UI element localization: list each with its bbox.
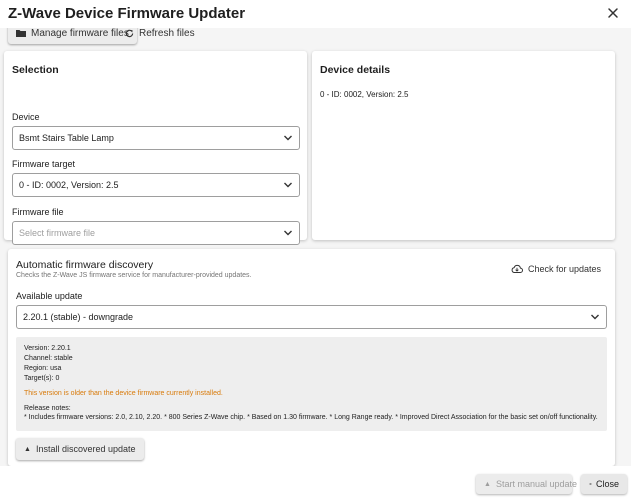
start-manual-update-button[interactable]: ▲ Start manual update xyxy=(476,474,577,494)
update-info-box: Version: 2.20.1 Channel: stable Region: … xyxy=(16,337,607,431)
start-manual-update-label: Start manual update xyxy=(495,479,577,489)
chevron-down-icon xyxy=(284,135,292,141)
caret-up-icon: ▲ xyxy=(24,445,31,453)
available-update-select[interactable]: 2.20.1 (stable) - downgrade xyxy=(16,305,607,329)
install-discovered-update-label: Install discovered update xyxy=(35,444,136,454)
release-notes-text: * Includes firmware versions: 2.0, 2.10,… xyxy=(24,414,598,421)
cloud-download-icon xyxy=(511,264,523,273)
close-icon xyxy=(589,482,592,486)
refresh-files-button[interactable]: Refresh files xyxy=(117,28,203,44)
folder-icon xyxy=(16,30,26,37)
selection-title: Selection xyxy=(12,64,59,76)
dialog-footer: ▲ Start manual update Close xyxy=(0,466,631,499)
firmware-target-value: 0 - ID: 0002, Version: 2.5 xyxy=(19,180,119,190)
dialog-title: Z-Wave Device Firmware Updater xyxy=(8,5,246,22)
info-targets: Target(s): 0 xyxy=(24,375,60,382)
firmware-target-label: Firmware target xyxy=(12,159,76,169)
dialog-titlebar: Z-Wave Device Firmware Updater xyxy=(0,0,631,28)
close-button[interactable]: Close xyxy=(581,474,627,494)
refresh-icon xyxy=(125,29,134,37)
check-for-updates-button[interactable]: Check for updates xyxy=(511,264,601,274)
refresh-files-label: Refresh files xyxy=(139,28,195,39)
device-select-value: Bsmt Stairs Table Lamp xyxy=(19,133,114,143)
discovery-subtitle: Checks the Z-Wave JS firmware service fo… xyxy=(16,272,252,279)
chevron-down-icon xyxy=(284,182,292,188)
install-discovered-update-button[interactable]: ▲ Install discovered update xyxy=(16,438,144,460)
firmware-toolbar: Manage firmware files Refresh files xyxy=(0,28,631,45)
check-for-updates-label: Check for updates xyxy=(527,264,601,274)
available-update-value: 2.20.1 (stable) - downgrade xyxy=(23,312,134,322)
device-details-title: Device details xyxy=(320,64,391,76)
manage-firmware-files-label: Manage firmware files xyxy=(31,28,129,39)
firmware-file-select[interactable]: Select firmware file xyxy=(12,221,300,245)
firmware-discovery-card: Automatic firmware discovery Checks the … xyxy=(8,249,615,466)
chevron-down-icon xyxy=(591,314,599,320)
info-version: Version: 2.20.1 xyxy=(24,345,71,352)
selection-card: Selection Device Bsmt Stairs Table Lamp … xyxy=(4,51,307,245)
info-channel: Channel: stable xyxy=(24,355,73,362)
info-region: Region: usa xyxy=(24,365,62,372)
device-label: Device xyxy=(12,112,40,122)
firmware-file-label: Firmware file xyxy=(12,207,64,217)
caret-up-icon: ▲ xyxy=(484,480,491,488)
device-details-card: Device details 0 - ID: 0002, Version: 2.… xyxy=(312,51,615,240)
device-details-text: 0 - ID: 0002, Version: 2.5 xyxy=(320,90,409,99)
close-button-label: Close xyxy=(595,479,619,489)
available-update-label: Available update xyxy=(16,291,83,301)
downgrade-warning: This version is older than the device fi… xyxy=(24,390,223,397)
release-notes-label: Release notes: xyxy=(24,405,71,412)
dialog-content[interactable]: Manage firmware files Refresh files Sele… xyxy=(0,28,631,466)
firmware-target-select[interactable]: 0 - ID: 0002, Version: 2.5 xyxy=(12,173,300,197)
close-icon[interactable] xyxy=(605,5,621,21)
device-select[interactable]: Bsmt Stairs Table Lamp xyxy=(12,126,300,150)
chevron-down-icon xyxy=(284,230,292,236)
firmware-file-placeholder: Select firmware file xyxy=(19,228,96,238)
discovery-title: Automatic firmware discovery xyxy=(16,259,154,271)
